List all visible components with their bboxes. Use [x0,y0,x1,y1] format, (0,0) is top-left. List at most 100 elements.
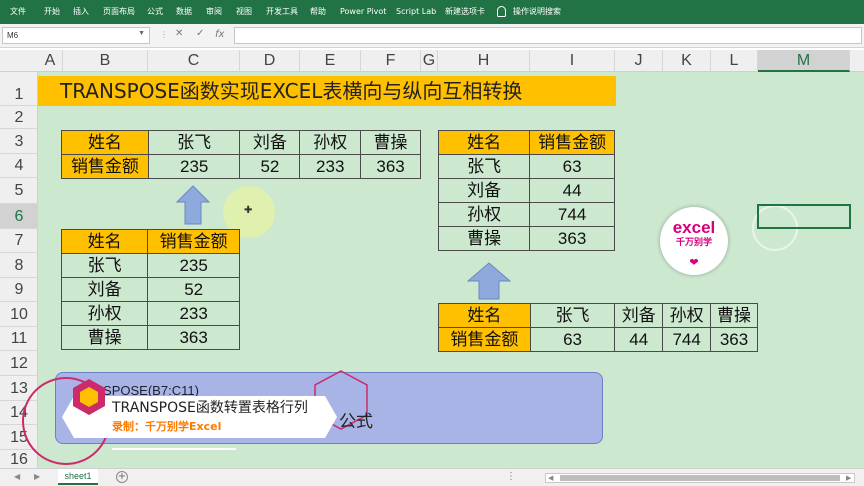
table-cell[interactable]: 363 [529,226,615,251]
horizontal-scrollbar[interactable]: ◀ ▶ [545,473,855,483]
table-cell[interactable]: 刘备 [239,130,301,155]
column-header-m[interactable]: M [758,50,850,72]
chevron-left-icon[interactable]: ◀ [14,472,20,481]
row-header-7[interactable]: 7 [0,229,38,253]
add-sheet-icon[interactable]: + [116,471,128,483]
table-cell[interactable]: 张飞 [147,130,241,155]
row-header-9[interactable]: 9 [0,278,38,302]
row-header-16[interactable]: 16 [0,450,38,470]
table-cell[interactable]: 姓名 [60,229,149,254]
column-header-a[interactable]: A [38,50,63,72]
column-header-g[interactable]: G [421,50,438,72]
row-header-6[interactable]: 6 [0,204,38,229]
tab-new-tab[interactable]: 新建选项卡 [445,7,485,17]
tab-power-pivot[interactable]: Power Pivot [340,7,386,17]
sheet-tab-sheet1[interactable]: sheet1 [58,469,98,485]
table-cell[interactable]: 44 [529,178,615,203]
formula-input[interactable] [234,27,862,44]
lightbulb-icon[interactable] [497,6,506,17]
row-header-8[interactable]: 8 [0,253,38,278]
name-box[interactable]: M6 ▼ [2,27,150,44]
row-header-5[interactable]: 5 [0,178,38,204]
close-icon[interactable]: ✕ [175,28,183,39]
row-header-12[interactable]: 12 [0,351,38,376]
table-cell[interactable]: 姓名 [61,130,149,155]
table-cell[interactable]: 张飞 [60,253,149,278]
table-cell[interactable]: 曹操 [360,130,421,155]
table-cell[interactable]: 44 [614,327,664,352]
tab-script-lab[interactable]: Script Lab [396,7,436,17]
tab-review[interactable]: 审阅 [206,7,222,17]
table-cell[interactable]: 销售金额 [529,130,615,155]
column-header-h[interactable]: H [438,50,530,72]
table-cell[interactable]: 销售金额 [147,229,240,254]
row-header-11[interactable]: 11 [0,327,38,351]
table-cell[interactable]: 张飞 [437,154,531,179]
table-cell[interactable]: 曹操 [60,325,149,350]
table-cell[interactable]: 744 [529,202,615,227]
column-header-c[interactable]: C [148,50,240,72]
table-cell[interactable]: 姓名 [437,130,531,155]
column-header-b[interactable]: B [63,50,148,72]
scroll-right-icon[interactable]: ▶ [846,474,851,482]
table-cell[interactable]: 363 [360,154,421,179]
selected-cell-m6[interactable] [757,204,851,229]
table-cell[interactable]: 235 [147,253,240,278]
column-header-i[interactable]: I [530,50,615,72]
table-cell[interactable]: 姓名 [438,303,531,328]
table-cell[interactable]: 刘备 [437,178,531,203]
more-options-icon[interactable]: ⋮ [160,30,168,39]
table-cell[interactable]: 363 [710,327,758,352]
column-header-f[interactable]: F [361,50,421,72]
row-header-10[interactable]: 10 [0,302,38,327]
table-cell[interactable]: 52 [239,154,301,179]
scrollbar-thumb[interactable] [560,475,840,481]
table-cell[interactable]: 363 [147,325,240,350]
table-cell[interactable]: 52 [147,277,240,302]
table-cell[interactable]: 63 [529,154,615,179]
table-cell[interactable]: 744 [662,327,712,352]
table-cell[interactable]: 孙权 [60,301,149,326]
table-cell[interactable]: 销售金额 [438,327,531,352]
column-header-j[interactable]: J [615,50,663,72]
tab-view[interactable]: 视图 [236,7,252,17]
column-header-d[interactable]: D [240,50,300,72]
tab-help[interactable]: 帮助 [310,7,326,17]
tab-home[interactable]: 开始 [44,7,60,17]
table-cell[interactable]: 曹操 [710,303,758,328]
table-cell[interactable]: 刘备 [60,277,149,302]
tab-data[interactable]: 数据 [176,7,192,17]
row-header-2[interactable]: 2 [0,106,38,129]
column-header-k[interactable]: K [663,50,711,72]
check-icon[interactable]: ✓ [196,28,204,39]
row-header-3[interactable]: 3 [0,129,38,154]
tab-file[interactable]: 文件 [10,7,26,17]
row-header-4[interactable]: 4 [0,154,38,178]
table-cell[interactable]: 孙权 [662,303,712,328]
tell-me-search[interactable]: 操作说明搜索 [513,7,561,17]
page-title[interactable]: TRANSPOSE函数实现EXCEL表横向与纵向互相转换 [38,76,616,106]
table-cell[interactable]: 销售金额 [61,154,149,179]
table-cell[interactable]: 235 [147,154,241,179]
column-header-e[interactable]: E [300,50,361,72]
table-cell[interactable]: 刘备 [614,303,664,328]
chevron-down-icon[interactable]: ▼ [138,30,145,37]
table-cell[interactable]: 63 [529,327,616,352]
column-header-l[interactable]: L [711,50,758,72]
table-cell[interactable]: 孙权 [437,202,531,227]
more-options-icon[interactable]: ⋮ [506,471,516,482]
tab-insert[interactable]: 插入 [73,7,89,17]
logo-subtitle: 千万别学 [675,238,712,248]
table-cell[interactable]: 张飞 [529,303,616,328]
chevron-right-icon[interactable]: ▶ [34,472,40,481]
tab-developer[interactable]: 开发工具 [266,7,298,17]
tab-page-layout[interactable]: 页面布局 [103,7,135,17]
table-cell[interactable]: 233 [147,301,240,326]
table-cell[interactable]: 233 [299,154,362,179]
table-cell[interactable]: 曹操 [437,226,531,251]
tab-formulas[interactable]: 公式 [147,7,163,17]
scroll-left-icon[interactable]: ◀ [548,474,553,482]
row-header-1[interactable]: 1 [0,72,38,106]
table-cell[interactable]: 孙权 [299,130,362,155]
fx-icon[interactable]: fx [215,29,224,40]
